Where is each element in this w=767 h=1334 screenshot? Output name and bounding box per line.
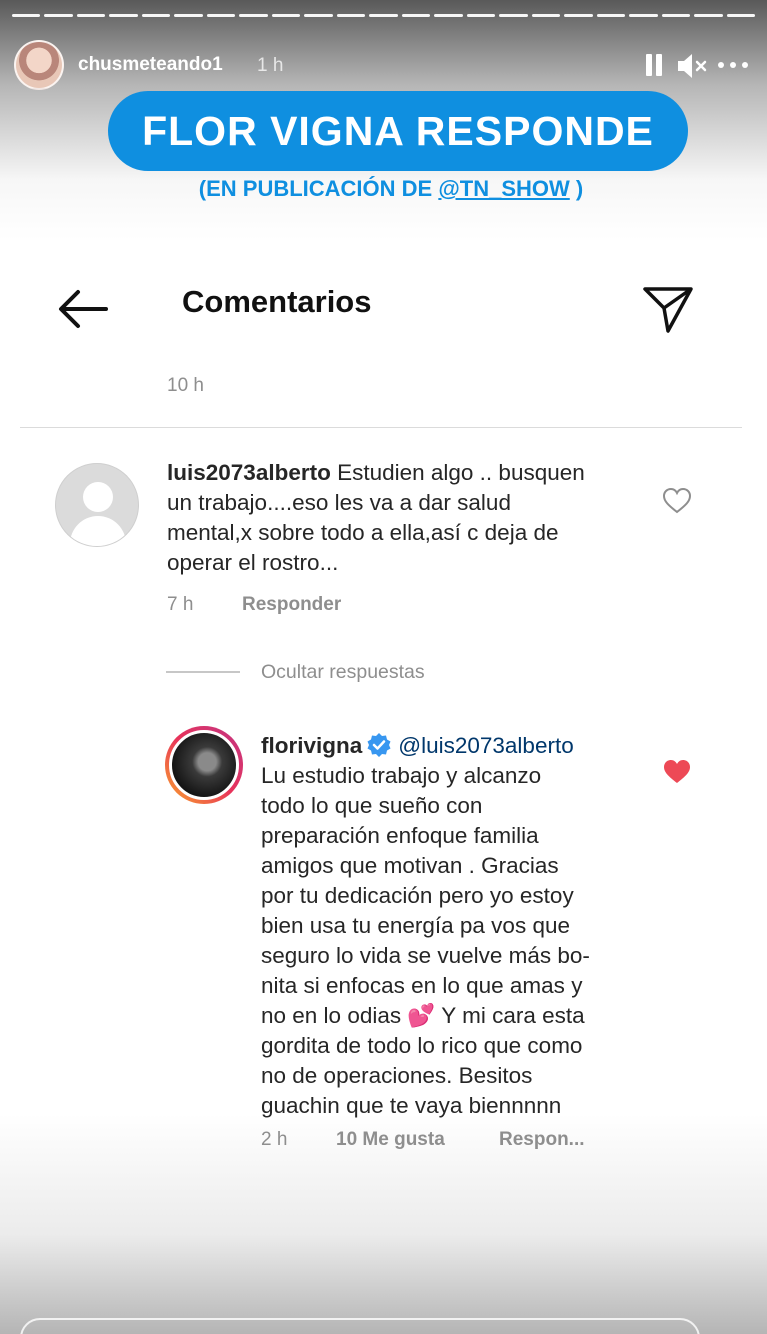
story-header: chusmeteando1 1 h bbox=[14, 40, 754, 92]
reply-button[interactable]: Respon... bbox=[499, 1129, 585, 1151]
reply-avatar[interactable] bbox=[165, 726, 243, 804]
more-icon[interactable] bbox=[716, 52, 750, 78]
progress-segment bbox=[206, 14, 236, 17]
progress-segment bbox=[499, 14, 528, 17]
progress-segment bbox=[109, 14, 138, 17]
post-time: 10 h bbox=[167, 375, 204, 396]
progress-segment bbox=[466, 14, 496, 17]
back-arrow-icon[interactable] bbox=[56, 286, 110, 332]
progress-segment bbox=[434, 14, 463, 17]
progress-segment bbox=[174, 14, 203, 17]
reply-mention[interactable]: @luis2073alberto bbox=[398, 733, 573, 758]
progress-segment bbox=[271, 14, 301, 17]
pause-icon[interactable] bbox=[644, 52, 664, 78]
subtitle-prefix: (EN PUBLICACIÓN DE bbox=[198, 176, 439, 201]
subtitle-suffix: ) bbox=[569, 176, 584, 201]
progress-segment bbox=[76, 14, 106, 17]
subtitle-handle[interactable]: @TN_SHOW bbox=[438, 176, 569, 201]
progress-segment bbox=[12, 14, 41, 17]
progress-segment bbox=[564, 14, 593, 17]
progress-segment bbox=[44, 14, 73, 17]
progress-segment bbox=[336, 14, 366, 17]
reply-time: 2 h bbox=[261, 1129, 288, 1150]
send-icon[interactable] bbox=[640, 284, 696, 336]
story-progress-bar bbox=[12, 14, 756, 18]
hide-replies-button[interactable]: Ocultar respuestas bbox=[261, 661, 425, 684]
progress-segment bbox=[531, 14, 561, 17]
reply-button[interactable]: Responder bbox=[242, 594, 341, 616]
progress-segment bbox=[141, 14, 171, 17]
story-avatar[interactable] bbox=[14, 40, 64, 90]
replies-line bbox=[166, 671, 240, 673]
progress-segment bbox=[596, 14, 626, 17]
progress-segment bbox=[661, 14, 691, 17]
story-reply-input[interactable] bbox=[20, 1318, 700, 1334]
progress-segment bbox=[694, 14, 723, 17]
progress-segment bbox=[369, 14, 398, 17]
heart-outline-icon[interactable] bbox=[662, 487, 692, 515]
mute-icon[interactable] bbox=[676, 52, 710, 80]
divider bbox=[20, 427, 742, 428]
comment-username[interactable]: luis2073alberto bbox=[167, 460, 331, 485]
progress-segment bbox=[726, 14, 756, 17]
likes-count[interactable]: 10 Me gusta bbox=[336, 1129, 445, 1151]
story-banner-title: FLOR VIGNA RESPONDE bbox=[108, 91, 688, 171]
commenter-avatar[interactable] bbox=[55, 463, 139, 547]
progress-segment bbox=[401, 14, 431, 17]
story-banner-subtitle: (EN PUBLICACIÓN DE @TN_SHOW ) bbox=[0, 176, 767, 202]
verified-badge-icon bbox=[366, 732, 392, 758]
comment-text: luis2073alberto Estudien algo .. busquen… bbox=[167, 458, 637, 578]
reply-body: Lu estudio trabajo y alcanzo todo lo que… bbox=[261, 763, 590, 1118]
progress-segment bbox=[304, 14, 333, 17]
progress-segment bbox=[629, 14, 658, 17]
comment-time: 7 h bbox=[167, 594, 194, 615]
story-time: 1 h bbox=[257, 55, 284, 76]
story-username[interactable]: chusmeteando1 bbox=[78, 54, 223, 76]
heart-filled-icon[interactable] bbox=[662, 758, 692, 786]
progress-segment bbox=[239, 14, 268, 17]
page-title: Comentarios bbox=[182, 284, 372, 319]
reply-username[interactable]: florivigna bbox=[261, 733, 362, 758]
reply-text: florivigna @luis2073alberto Lu estudio tr… bbox=[261, 731, 641, 1121]
